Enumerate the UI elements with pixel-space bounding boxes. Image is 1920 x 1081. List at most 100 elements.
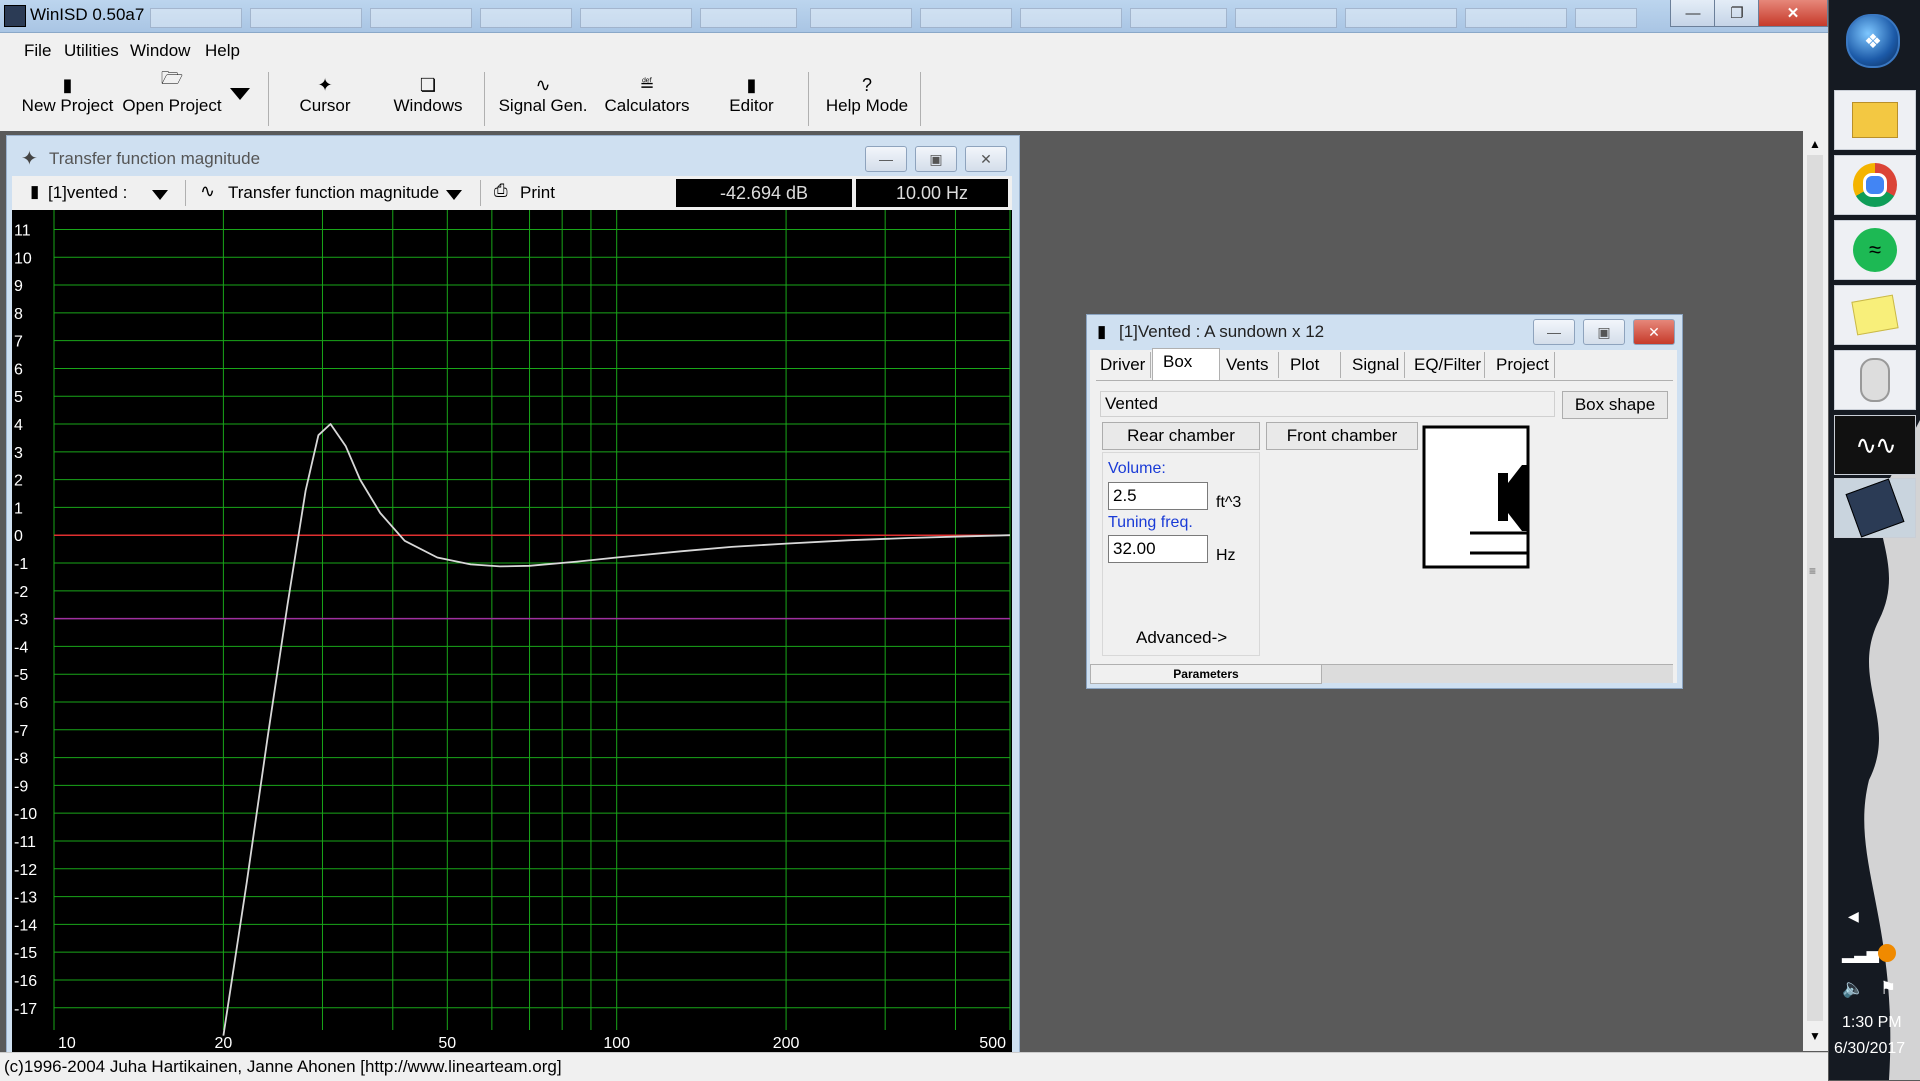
tab-box[interactable]: Box: [1163, 349, 1192, 375]
minimize-icon: —: [1547, 324, 1561, 340]
chrome-logo: [1853, 163, 1897, 207]
box-type-field: Vented: [1100, 391, 1555, 417]
scroll-down-icon[interactable]: ▼: [1809, 1029, 1821, 1043]
tab-separator: [1150, 352, 1151, 378]
clock-time[interactable]: 1:30 PM: [1842, 1014, 1902, 1032]
signal-gen-button[interactable]: ∿ Signal Gen.: [498, 70, 588, 128]
winisd-icon[interactable]: [1834, 478, 1916, 538]
cursor-button[interactable]: ✦ Cursor: [290, 70, 360, 128]
new-project-button[interactable]: ▮ New Project: [20, 70, 115, 128]
project-select[interactable]: [1]vented :: [48, 183, 127, 203]
project-dropdown-icon[interactable]: [152, 190, 168, 200]
toolbar-separator: [480, 180, 481, 206]
help-mode-label: Help Mode: [825, 96, 909, 115]
tab-driver[interactable]: Driver: [1100, 352, 1145, 378]
maximize-icon: ▣: [1597, 323, 1611, 340]
y-tick-label: -6: [14, 695, 28, 712]
tab-parameters[interactable]: Parameters: [1090, 664, 1322, 684]
folder-icon: 🗁: [160, 68, 184, 88]
help-mode-button[interactable]: ? Help Mode: [822, 70, 912, 128]
driver-magnet: [1498, 473, 1508, 521]
toolbar-separator: [268, 72, 269, 126]
open-project-dropdown-icon[interactable]: [230, 88, 250, 100]
menu-window[interactable]: Window: [130, 41, 190, 61]
tuning-freq-input[interactable]: 32.00: [1108, 535, 1208, 563]
y-tick-label: -17: [14, 1001, 37, 1018]
project-icon: ▮: [1097, 322, 1107, 341]
scroll-up-icon[interactable]: ▲: [1809, 137, 1821, 151]
y-tick-label: 11: [14, 222, 31, 239]
scrollbar-thumb[interactable]: [1807, 155, 1823, 1021]
tab-plot[interactable]: Plot: [1290, 352, 1319, 378]
y-tick-label: 6: [14, 361, 23, 378]
minimize-button[interactable]: —: [1670, 0, 1716, 27]
calculator-icon: ≝: [639, 75, 655, 95]
transfer-function-plot[interactable]: 11 10 9 8 7 6 5 4 3 2 1 0 -1 -2 -3 -4 -5 -6 -7 -8 -9 -10 -11 -1…: [12, 210, 1012, 1052]
windows-button[interactable]: ❏ Windows: [388, 70, 468, 128]
chrome-icon[interactable]: [1834, 155, 1916, 215]
calculators-button[interactable]: ≝ Calculators: [602, 70, 692, 128]
maximize-button[interactable]: ❐: [1714, 0, 1760, 27]
y-tick-label: 1: [14, 500, 23, 517]
y-tick-label: 2: [14, 473, 23, 490]
window-maximize-button[interactable]: ▣: [1583, 319, 1625, 345]
sticky-notes-icon[interactable]: [1834, 285, 1916, 345]
graph-type-dropdown-icon[interactable]: [446, 190, 462, 200]
print-button[interactable]: Print: [520, 183, 555, 203]
tab-signal[interactable]: Signal: [1352, 352, 1399, 378]
menu-file[interactable]: File: [24, 41, 51, 61]
y-tick-label: -14: [14, 917, 37, 934]
clock-date[interactable]: 6/30/2017: [1834, 1040, 1905, 1058]
volume-icon[interactable]: 🔈: [1842, 978, 1864, 999]
background-tab: [810, 8, 912, 28]
mouse-icon[interactable]: [1834, 350, 1916, 410]
menu-help[interactable]: Help: [205, 41, 240, 61]
printer-icon: ⎙: [494, 181, 508, 200]
show-hidden-icons[interactable]: ◀: [1848, 908, 1859, 925]
notification-app-icon[interactable]: [1878, 944, 1896, 962]
box-shape-button[interactable]: Box shape: [1562, 391, 1668, 419]
rear-chamber-button[interactable]: Rear chamber: [1102, 422, 1260, 450]
editor-button[interactable]: ▮ Editor: [714, 70, 789, 128]
new-project-label: New Project: [21, 96, 114, 115]
cursor-hz-readout: 10.00 Hz: [856, 179, 1008, 207]
y-tick-label: -5: [14, 667, 28, 684]
tab-eq-filter[interactable]: EQ/Filter: [1414, 352, 1481, 378]
window-maximize-button[interactable]: ▣: [915, 146, 957, 172]
file-explorer-icon[interactable]: [1834, 90, 1916, 150]
close-button[interactable]: ✕: [1758, 0, 1828, 27]
open-project-button[interactable]: 🗁 Open Project: [122, 68, 222, 128]
y-tick-label: -13: [14, 890, 37, 907]
window-close-button[interactable]: ✕: [1633, 319, 1675, 345]
crosshair-icon: ✦: [21, 148, 38, 170]
graph-type-select[interactable]: Transfer function magnitude: [228, 183, 439, 203]
tab-project[interactable]: Project: [1496, 352, 1549, 378]
folder-shape: [1852, 102, 1898, 138]
x-tick-label: 50: [438, 1035, 456, 1052]
toolbar-separator: [808, 72, 809, 126]
background-tab: [920, 8, 1012, 28]
spotify-icon[interactable]: ≈: [1834, 220, 1916, 280]
background-tab: [1345, 8, 1457, 28]
signal-icon[interactable]: ▂▃▅: [1842, 944, 1879, 964]
y-tick-label: -3: [14, 612, 28, 629]
status-bar: (c)1996-2004 Juha Hartikainen, Janne Aho…: [0, 1052, 1828, 1081]
action-center-flag-icon[interactable]: ⚑: [1880, 978, 1896, 999]
start-orb-icon[interactable]: ❖: [1846, 14, 1900, 68]
window-minimize-button[interactable]: —: [865, 146, 907, 172]
spotify-logo: ≈: [1853, 228, 1897, 272]
tab-vents[interactable]: Vents: [1226, 352, 1269, 378]
window-close-button[interactable]: ✕: [965, 146, 1007, 172]
audio-waveform-icon[interactable]: ∿∿: [1834, 415, 1916, 475]
vertical-scrollbar[interactable]: ▲ ≡ ▼: [1803, 131, 1828, 1051]
windows-icon: ❏: [419, 75, 437, 95]
y-tick-label: -7: [14, 723, 28, 740]
tab-separator: [1554, 352, 1555, 378]
window-minimize-button[interactable]: —: [1533, 319, 1575, 345]
toolbar: [0, 67, 1828, 131]
menu-utilities[interactable]: Utilities: [64, 41, 119, 61]
front-chamber-button[interactable]: Front chamber: [1266, 422, 1418, 450]
y-tick-label: 8: [14, 306, 23, 323]
advanced-link[interactable]: Advanced->: [1136, 628, 1227, 648]
volume-input[interactable]: 2.5: [1108, 482, 1208, 510]
